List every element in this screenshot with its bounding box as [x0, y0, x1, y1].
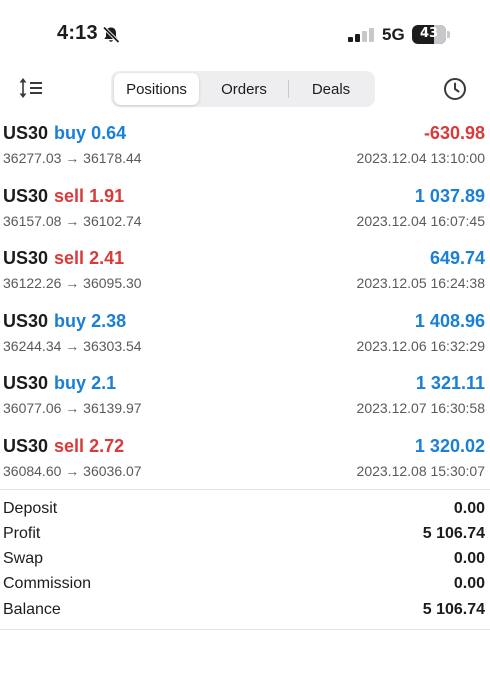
deal-side: buy 0.64	[54, 123, 126, 143]
deal-side: sell 1.91	[54, 186, 124, 206]
deal-side-label: buy	[54, 123, 87, 143]
deal-title: US30 sell 1.91	[3, 186, 124, 207]
summary-label: Profit	[3, 525, 41, 542]
deal-prices: 36277.03 → 36178.44	[3, 150, 142, 166]
deal-profit: 1 408.96	[414, 311, 485, 331]
deal-volume: 1.91	[89, 186, 125, 206]
deal-volume: 2.72	[89, 436, 125, 456]
battery-icon: 43	[412, 25, 450, 44]
deal-prices: 36077.06 → 36139.97	[3, 400, 142, 416]
deal-side-label: buy	[54, 373, 87, 393]
summary-value: 5 106.74	[422, 525, 485, 542]
summary-value: 0.00	[453, 575, 485, 592]
summary-label: Commission	[3, 575, 92, 592]
summary-label: Deposit	[3, 500, 58, 517]
sort-icon[interactable]	[18, 77, 44, 99]
deal-title: US30 buy 2.1	[3, 373, 116, 394]
deal-profit: 1 321.11	[415, 373, 485, 393]
deal-row[interactable]: US30 buy 0.64 -630.98 36277.03 → 36178.44…	[0, 123, 490, 185]
deal-side: buy 2.38	[54, 311, 126, 331]
deal-side: sell 2.41	[54, 248, 124, 268]
deal-volume: 2.38	[91, 311, 127, 331]
deal-time: 2023.12.08 15:30:07	[356, 463, 485, 479]
status-time: 4:13	[57, 22, 98, 44]
tab-orders[interactable]: Orders	[200, 73, 288, 105]
deal-volume: 0.64	[91, 123, 127, 143]
deal-symbol: US30	[3, 186, 49, 206]
summary-divider	[0, 629, 490, 630]
summary-swap: Swap 0.00	[0, 550, 490, 575]
status-bar: 4:13 5G 43	[0, 0, 490, 70]
deal-profit: -630.98	[423, 123, 485, 143]
battery-level: 43	[419, 26, 439, 41]
deal-profit: 1 037.89	[414, 186, 485, 206]
deal-prices: 36122.26 → 36095.30	[3, 275, 142, 291]
deal-time: 2023.12.04 13:10:00	[356, 150, 485, 166]
tab-deals[interactable]: Deals	[289, 73, 373, 105]
deal-symbol: US30	[3, 311, 49, 331]
deal-side: buy 2.1	[54, 373, 116, 393]
tab-positions[interactable]: Positions	[114, 73, 199, 105]
view-tabs: Positions Orders Deals	[111, 71, 375, 107]
deal-symbol: US30	[3, 248, 49, 268]
deal-title: US30 sell 2.41	[3, 248, 124, 269]
deal-side-label: buy	[54, 311, 87, 331]
deal-time: 2023.12.05 16:24:38	[356, 275, 485, 291]
summary-profit: Profit 5 106.74	[0, 525, 490, 550]
deal-time: 2023.12.04 16:07:45	[356, 213, 485, 229]
deal-symbol: US30	[3, 123, 49, 143]
deal-prices: 36157.08 → 36102.74	[3, 213, 142, 229]
deal-row[interactable]: US30 buy 2.38 1 408.96 36244.34 → 36303.5…	[0, 311, 490, 373]
deal-title: US30 sell 2.72	[3, 436, 124, 457]
deal-side-label: sell	[54, 186, 85, 206]
deal-title: US30 buy 0.64	[3, 123, 126, 144]
deal-row[interactable]: US30 buy 2.1 1 321.11 36077.06 → 36139.97…	[0, 373, 490, 435]
deal-symbol: US30	[3, 436, 49, 456]
deal-time: 2023.12.06 16:32:29	[356, 338, 485, 354]
summary-value: 0.00	[453, 550, 485, 567]
deal-row[interactable]: US30 sell 2.41 649.74 36122.26 → 36095.30…	[0, 248, 490, 310]
bell-slash-icon	[102, 26, 120, 44]
summary-label: Swap	[3, 550, 44, 567]
summary-deposit: Deposit 0.00	[0, 500, 490, 525]
summary-commission: Commission 0.00	[0, 575, 490, 600]
summary-label: Balance	[3, 601, 61, 618]
deal-title: US30 buy 2.38	[3, 311, 126, 332]
summary-value: 5 106.74	[422, 601, 485, 618]
signal-icon	[348, 28, 374, 42]
summary-value: 0.00	[453, 500, 485, 517]
deal-side: sell 2.72	[54, 436, 124, 456]
deal-symbol: US30	[3, 373, 49, 393]
summary-balance: Balance 5 106.74	[0, 601, 490, 626]
deal-profit: 649.74	[429, 248, 485, 268]
network-type: 5G	[382, 25, 405, 44]
clock-icon[interactable]	[443, 77, 467, 101]
deal-prices: 36244.34 → 36303.54	[3, 338, 142, 354]
list-divider	[0, 489, 490, 490]
deal-time: 2023.12.07 16:30:58	[356, 400, 485, 416]
deal-prices: 36084.60 → 36036.07	[3, 463, 142, 479]
deal-side-label: sell	[54, 248, 85, 268]
deal-volume: 2.1	[91, 373, 117, 393]
deal-side-label: sell	[54, 436, 85, 456]
deal-row[interactable]: US30 sell 1.91 1 037.89 36157.08 → 36102.…	[0, 186, 490, 248]
deal-volume: 2.41	[89, 248, 125, 268]
deal-profit: 1 320.02	[414, 436, 485, 456]
